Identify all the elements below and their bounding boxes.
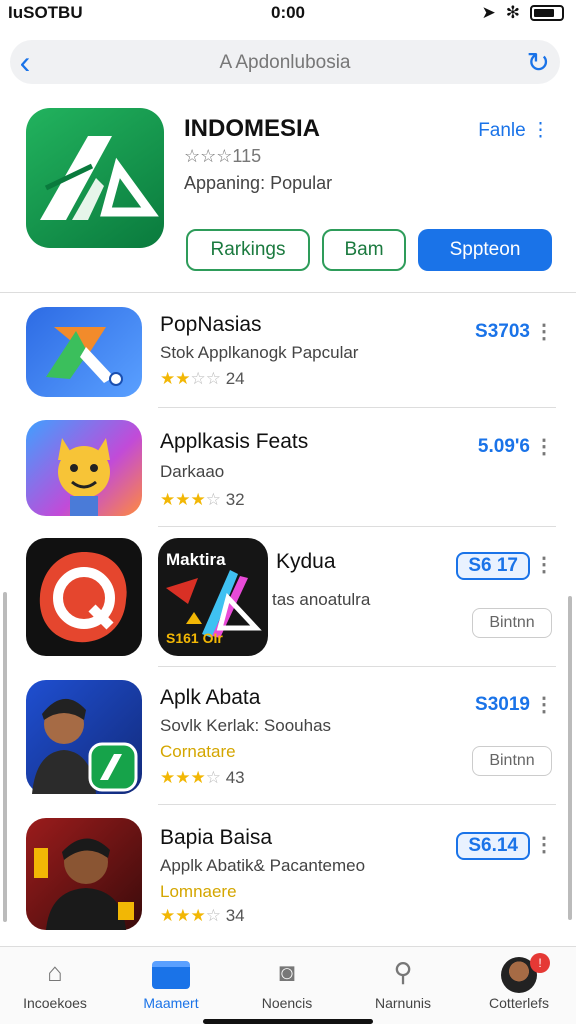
get-button[interactable]: Bintnn bbox=[472, 746, 552, 776]
camera-icon: ◙ bbox=[279, 957, 295, 987]
app-rating: ★★☆☆ 24 bbox=[160, 369, 245, 389]
tab-label: Narnunis bbox=[374, 995, 432, 1011]
row-divider bbox=[158, 666, 556, 667]
app-icon[interactable] bbox=[26, 818, 142, 930]
star-rating: ★★★☆ bbox=[160, 490, 221, 509]
star-rating: ★★★☆ bbox=[160, 768, 221, 787]
primary-button[interactable]: Sppteon bbox=[418, 229, 552, 271]
tab-search[interactable]: ⚲ Narnunis bbox=[348, 957, 458, 1011]
app-name[interactable]: Aplk Abata bbox=[160, 686, 260, 710]
status-bar: IuSOTBU 0:00 ➤ ✻ bbox=[0, 0, 576, 28]
reload-icon[interactable]: ↻ bbox=[527, 46, 550, 79]
bluetooth-icon: ✻ bbox=[505, 3, 520, 22]
more-icon[interactable]: ⋮ bbox=[534, 692, 554, 717]
hero-subtitle: Appaning: Popular bbox=[184, 173, 333, 193]
hero-title: INDOMESIA bbox=[184, 115, 321, 142]
rating-count: 43 bbox=[225, 768, 245, 787]
app-icon[interactable] bbox=[26, 420, 142, 516]
address-bar[interactable]: ‹ A Apdonlubosia ↻ bbox=[10, 40, 560, 84]
more-icon[interactable]: ⋮ bbox=[534, 319, 554, 344]
rating-count: 34 bbox=[225, 906, 245, 925]
avatar: ! bbox=[464, 953, 574, 995]
tile-caption: S161 OIr bbox=[166, 630, 223, 646]
app-name[interactable]: Applkasis Feats bbox=[160, 430, 308, 454]
star-rating: ★★☆☆ bbox=[160, 369, 221, 388]
hero-rating: ☆☆☆115 bbox=[184, 146, 262, 166]
app-rating: ★★★☆ 43 bbox=[160, 768, 245, 788]
tab-bar: ⌂ Incoekoes Maamert ◙ Noencis ⚲ Narnunis… bbox=[0, 946, 576, 1024]
home-indicator bbox=[203, 1019, 373, 1024]
tab-profile[interactable]: ! Cotterlefs bbox=[464, 953, 574, 1011]
hero-app-icon[interactable] bbox=[26, 108, 164, 248]
card-icon bbox=[116, 957, 226, 995]
home-icon: ⌂ bbox=[47, 957, 63, 987]
row-divider bbox=[158, 804, 556, 805]
tab-camera[interactable]: ◙ Noencis bbox=[232, 957, 342, 1011]
tab-label: Incoekoes bbox=[23, 995, 87, 1011]
rating-count: 24 bbox=[225, 369, 245, 388]
price-label[interactable]: S3019 bbox=[475, 694, 530, 716]
price-label[interactable]: S6.14 bbox=[456, 832, 530, 860]
tab-label: Noencis bbox=[261, 995, 313, 1011]
battery-icon bbox=[530, 5, 564, 21]
rankings-button[interactable]: Rarkings bbox=[186, 229, 310, 271]
notification-badge: ! bbox=[530, 953, 550, 973]
app-subcategory: Cornatare bbox=[160, 742, 236, 761]
get-button[interactable]: Bintnn bbox=[472, 608, 552, 638]
app-name[interactable]: Kydua bbox=[276, 550, 336, 574]
tab-label: Cotterlefs bbox=[489, 995, 549, 1011]
tab-home[interactable]: ⌂ Incoekoes bbox=[0, 957, 110, 1011]
app-category: Applk Abatik& Pacantemeo bbox=[160, 856, 366, 875]
rating-count: 32 bbox=[225, 490, 245, 509]
price-label[interactable]: S6 17 bbox=[456, 552, 530, 580]
row-divider bbox=[158, 526, 556, 527]
row-divider bbox=[158, 407, 556, 408]
price-label[interactable]: S3703 bbox=[475, 321, 530, 343]
app-name[interactable]: Bapia Baisa bbox=[160, 826, 272, 850]
tab-market[interactable]: Maamert bbox=[116, 957, 226, 1011]
app-name[interactable]: PopNasias bbox=[160, 313, 262, 337]
bam-button[interactable]: Bam bbox=[322, 229, 406, 271]
hero-link-label[interactable]: Fanle bbox=[478, 120, 526, 141]
app-category: Sovlk Kerlak: Soouhas bbox=[160, 716, 332, 735]
app-subcategory: Lomnaere bbox=[160, 882, 237, 901]
app-icon[interactable] bbox=[26, 538, 142, 656]
app-category: tas anoatulra bbox=[272, 590, 371, 609]
app-rating: ★★★☆ 34 bbox=[160, 906, 245, 926]
more-icon[interactable]: ⋮ bbox=[534, 434, 554, 459]
app-category: Stok Applkanogk Papcular bbox=[160, 343, 359, 362]
secondary-app-tile[interactable]: Maktira S161 OIr bbox=[158, 538, 268, 656]
tab-label: Maamert bbox=[143, 995, 199, 1011]
section-divider bbox=[0, 292, 576, 293]
app-icon[interactable] bbox=[26, 307, 142, 397]
app-icon[interactable] bbox=[26, 680, 142, 794]
star-rating: ★★★☆ bbox=[160, 906, 221, 925]
more-icon[interactable]: ⋮ bbox=[534, 832, 554, 857]
app-rating: ★★★☆ 32 bbox=[160, 490, 245, 510]
hero-link[interactable]: Fanle ⋮ bbox=[478, 119, 550, 142]
location-icon: ➤ bbox=[481, 3, 496, 22]
price-label[interactable]: 5.09'6 bbox=[478, 436, 530, 458]
more-icon[interactable]: ⋮ bbox=[534, 552, 554, 577]
right-scrollbar[interactable] bbox=[568, 596, 572, 920]
app-category: Darkaao bbox=[160, 462, 225, 481]
left-scrollbar[interactable] bbox=[3, 592, 7, 922]
url-text[interactable]: A Apdonlubosia bbox=[10, 52, 560, 74]
search-icon: ⚲ bbox=[393, 957, 413, 987]
